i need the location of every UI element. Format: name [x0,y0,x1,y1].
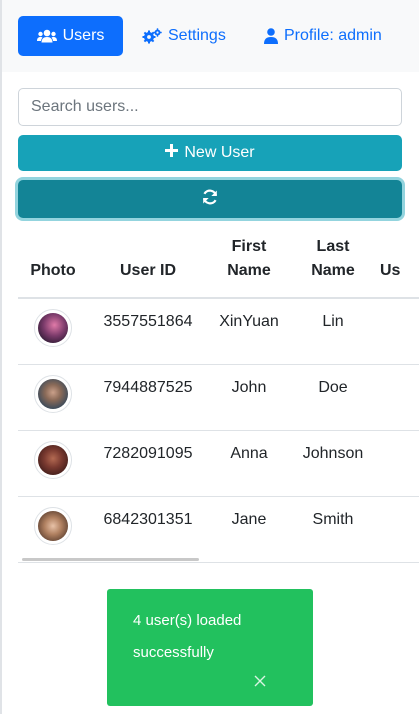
header-first-name: First Name [208,228,290,299]
header-user-id: User ID [88,228,208,299]
header-username: Us [376,228,419,299]
user-id-cell: 7944887525 [88,364,208,431]
toast-message: 4 user(s) loaded successfully [133,612,242,661]
table-header-row: Photo User ID First Name Last Name Us [18,228,419,299]
photo-cell [18,298,88,365]
users-table-container[interactable]: Photo User ID First Name Last Name Us 3557… [18,228,419,564]
header-photo: Photo [18,228,88,299]
photo-cell [18,496,88,563]
extra-cell [376,364,419,431]
nav-users-button[interactable]: Users [18,16,123,56]
users-icon [36,29,57,43]
table-horizontal-scrollbar[interactable] [22,558,199,561]
user-icon [264,28,278,44]
success-toast: 4 user(s) loaded successfully [107,589,313,706]
new-user-button[interactable]: New User [18,135,402,171]
extra-cell [376,430,419,497]
nav-settings-button[interactable]: Settings [142,16,226,56]
user-id-cell: 3557551864 [88,298,208,365]
nav-profile-button[interactable]: Profile: admin [264,16,382,56]
avatar [34,374,72,413]
photo-cell [18,364,88,431]
last-name-cell: Smith [290,496,376,563]
table-row[interactable]: 3557551864 XinYuan Lin [18,298,419,365]
avatar [34,506,72,545]
table-row[interactable]: 7944887525 John Doe [18,364,419,431]
first-name-cell: John [208,364,290,431]
user-id-cell: 7282091095 [88,430,208,497]
users-table: Photo User ID First Name Last Name Us 3557… [18,228,419,563]
extra-cell [376,298,419,365]
nav-users-label: Users [62,27,105,44]
search-input[interactable] [18,88,402,126]
last-name-cell: Johnson [290,430,376,497]
top-navbar: Users Settings Profile: admin [2,0,419,72]
nav-settings-label: Settings [168,27,226,44]
first-name-cell: Jane [208,496,290,563]
extra-cell [376,496,419,563]
refresh-button[interactable] [18,180,402,218]
last-name-cell: Lin [290,298,376,365]
table-row[interactable]: 6842301351 Jane Smith [18,496,419,563]
avatar [34,309,72,347]
first-name-cell: XinYuan [208,298,290,365]
new-user-label: New User [184,144,255,161]
table-row[interactable]: 7282091095 Anna Johnson [18,430,419,497]
close-icon[interactable] [252,673,268,689]
user-id-cell: 6842301351 [88,496,208,563]
gears-icon [142,28,162,44]
header-last-name: Last Name [290,228,376,299]
avatar [34,440,72,479]
refresh-icon [201,188,219,211]
last-name-cell: Doe [290,364,376,431]
nav-profile-label: Profile: admin [284,27,382,44]
plus-icon [165,144,179,162]
first-name-cell: Anna [208,430,290,497]
photo-cell [18,430,88,497]
